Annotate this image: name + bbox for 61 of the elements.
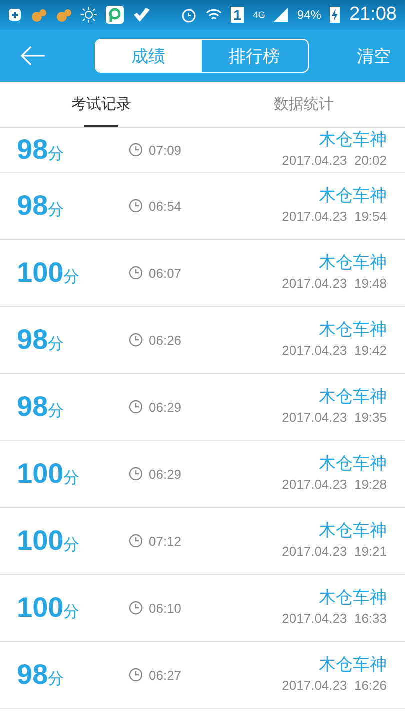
record-date: 2017.04.23 19:21 (282, 544, 387, 559)
duration: 07:12 (149, 534, 182, 548)
score: 98分 (17, 190, 66, 222)
clock-icon (129, 333, 143, 347)
clock-icon (129, 601, 143, 615)
app-icon (106, 6, 124, 24)
score: 100分 (17, 458, 81, 490)
duration: 07:09 (149, 142, 182, 158)
record-date: 2017.04.23 19:42 (282, 343, 387, 358)
duration: 06:26 (149, 332, 182, 348)
score: 98分 (17, 659, 66, 691)
score: 98分 (17, 391, 66, 423)
clock-icon (129, 266, 143, 280)
score: 100分 (17, 592, 81, 624)
score: 98分 (17, 324, 66, 356)
clock-icon (129, 668, 143, 682)
user-name: 木仓车神 (319, 456, 387, 473)
record-date: 2017.04.23 19:48 (282, 276, 387, 291)
network-type: 4G (253, 10, 266, 20)
signal-icon (274, 8, 288, 22)
user-name: 木仓车神 (319, 657, 387, 674)
tab[interactable]: 考试记录 (0, 82, 202, 127)
clock-icon (129, 199, 143, 213)
battery-level: 94% (297, 8, 322, 22)
record-date: 2017.04.23 16:26 (282, 678, 387, 693)
alarm-icon (180, 7, 197, 23)
duration: 06:10 (149, 600, 182, 616)
clock-icon (129, 143, 143, 157)
duration: 06:27 (149, 668, 182, 682)
clear-button[interactable]: 清空 (357, 44, 391, 68)
duration: 06:29 (149, 400, 182, 414)
record-date: 2017.04.23 19:35 (282, 410, 387, 425)
user-name: 木仓车神 (319, 255, 387, 272)
user-name: 木仓车神 (319, 132, 387, 149)
clock-time: 21:08 (349, 4, 397, 26)
tab[interactable]: 数据统计 (202, 82, 405, 127)
record-date: 2017.04.23 19:28 (282, 477, 387, 492)
user-name: 木仓车神 (319, 322, 387, 339)
segment-tab[interactable]: 排行榜 (202, 40, 308, 72)
record-date: 2017.04.23 20:02 (282, 153, 387, 168)
clock-icon (129, 534, 143, 548)
score: 100分 (17, 525, 81, 557)
clock-icon (129, 467, 143, 481)
score: 98分 (17, 134, 66, 166)
clock-icon (129, 400, 143, 414)
user-name: 木仓车神 (319, 389, 387, 406)
user-name: 木仓车神 (319, 188, 387, 205)
duration: 06:07 (149, 266, 182, 280)
duration: 06:54 (149, 198, 182, 214)
user-name: 木仓车神 (319, 523, 387, 540)
back-arrow-icon[interactable] (20, 46, 46, 66)
record-date: 2017.04.23 16:33 (282, 611, 387, 626)
notification-icon (8, 8, 22, 22)
record-date: 2017.04.23 19:54 (282, 209, 387, 224)
duration: 06:29 (149, 466, 182, 482)
battery-charging-icon (330, 7, 340, 23)
sim-indicator: 1 (230, 7, 244, 23)
user-name: 木仓车神 (319, 590, 387, 607)
score: 100分 (17, 257, 81, 289)
sun-icon (81, 7, 97, 23)
segment-tab[interactable]: 成绩 (96, 40, 202, 72)
